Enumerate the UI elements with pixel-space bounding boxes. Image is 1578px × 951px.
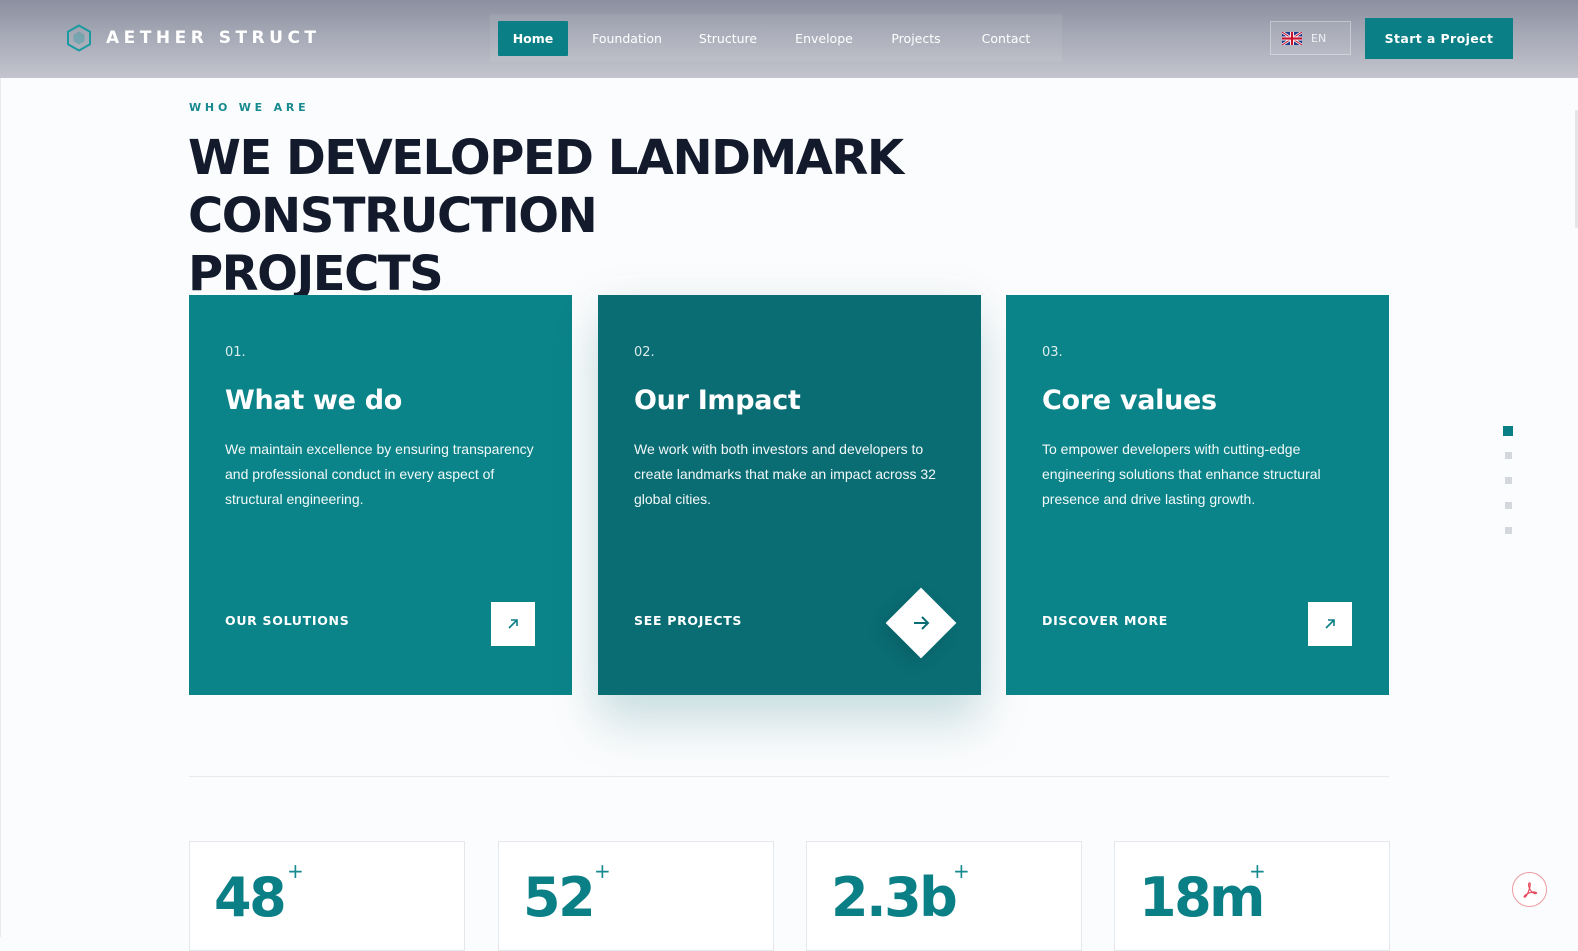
language-code: EN (1311, 31, 1327, 45)
card-number: 02. (634, 345, 655, 360)
discover-more-link[interactable]: DISCOVER MORE (1042, 613, 1168, 628)
stat-card: 52 + (498, 841, 774, 951)
card-our-impact: 02. Our Impact We work with both investo… (598, 295, 981, 695)
stat-card: 18m + (1114, 841, 1390, 951)
language-selector[interactable]: EN (1270, 21, 1351, 55)
nav-envelope[interactable]: Envelope (788, 21, 860, 56)
card-arrow-button[interactable] (491, 602, 535, 646)
uk-flag-icon (1282, 31, 1302, 45)
pdf-download-button[interactable] (1512, 872, 1547, 907)
card-description: To empower developers with cutting-edge … (1042, 441, 1321, 507)
start-project-button[interactable]: Start a Project (1365, 18, 1513, 59)
card-arrow-button[interactable] (1308, 602, 1352, 646)
side-nav-dot-4[interactable] (1505, 502, 1512, 509)
stat-value: 18m (1139, 866, 1265, 929)
card-description: We work with both investors and develope… (634, 441, 936, 507)
stat-value: 52 (523, 866, 596, 929)
stat-card: 2.3b + (806, 841, 1082, 951)
card-title: What we do (225, 385, 403, 416)
stat-card: 48 + (189, 841, 465, 951)
card-core-values: 03. Core values To empower developers wi… (1006, 295, 1389, 695)
nav-structure[interactable]: Structure (692, 21, 764, 56)
card-what-we-do: 01. What we do We maintain excellence by… (189, 295, 572, 695)
arrow-up-right-icon (508, 619, 518, 629)
card-number: 01. (225, 345, 246, 360)
headline-line-1: WE DEVELOPED LANDMARK CONSTRUCTION (188, 130, 904, 244)
section-divider (189, 776, 1389, 777)
side-nav-dot-3[interactable] (1505, 477, 1512, 484)
page-edge-line (0, 78, 1, 937)
section-eyebrow: WHO WE ARE (189, 101, 310, 114)
site-header: AETHER STRUCT Home Foundation Structure … (0, 0, 1578, 78)
side-nav-dot-2[interactable] (1505, 452, 1512, 459)
card-description: We maintain excellence by ensuring trans… (225, 441, 534, 507)
see-projects-link[interactable]: SEE PROJECTS (634, 613, 742, 628)
card-number: 03. (1042, 345, 1063, 360)
stat-value: 48 (214, 866, 287, 929)
section-headline: WE DEVELOPED LANDMARK CONSTRUCTION PROJE… (188, 129, 1268, 303)
nav-foundation[interactable]: Foundation (586, 21, 668, 56)
pdf-icon (1523, 881, 1537, 898)
nav-contact[interactable]: Contact (973, 21, 1039, 56)
stat-value: 2.3b (831, 866, 958, 929)
our-solutions-link[interactable]: OUR SOLUTIONS (225, 613, 349, 628)
nav-projects[interactable]: Projects (883, 21, 949, 56)
brand-name: AETHER STRUCT (106, 28, 321, 48)
card-title: Our Impact (634, 385, 801, 416)
side-nav-dot-5[interactable] (1505, 527, 1512, 534)
stat-suffix: + (953, 859, 970, 883)
side-nav-dot-1[interactable] (1503, 426, 1513, 436)
brand-logo[interactable]: AETHER STRUCT (66, 24, 321, 52)
arrow-up-right-icon (1325, 619, 1335, 629)
headline-line-2: PROJECTS (188, 246, 444, 302)
hexagon-logo-icon (67, 24, 91, 52)
nav-home[interactable]: Home (498, 21, 568, 56)
card-diamond-button[interactable] (885, 587, 957, 659)
stat-suffix: + (594, 859, 611, 883)
card-title: Core values (1042, 385, 1217, 416)
main-nav: Home Foundation Structure Envelope Proje… (490, 14, 1062, 62)
stat-suffix: + (287, 859, 304, 883)
arrow-right-icon (914, 616, 930, 630)
stat-suffix: + (1249, 859, 1266, 883)
